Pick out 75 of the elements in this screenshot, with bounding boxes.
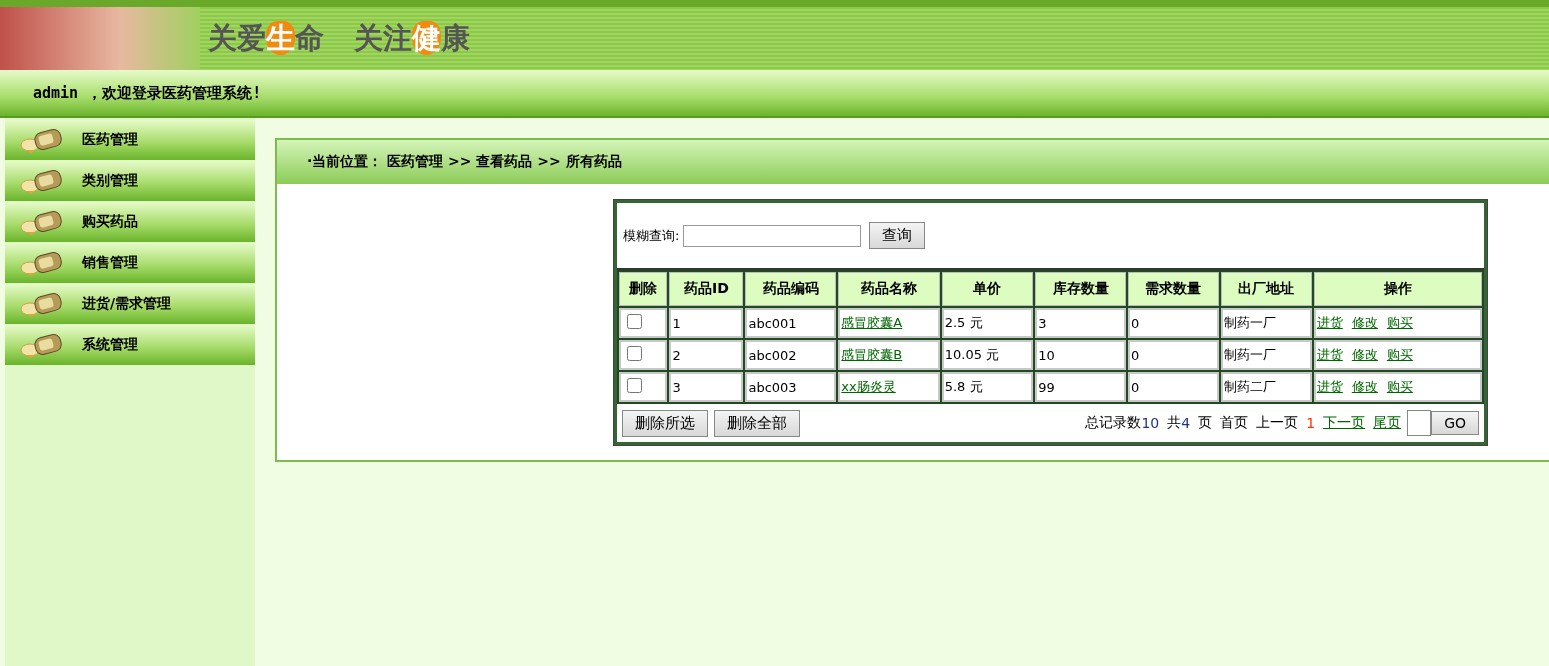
sidebar-item[interactable]: 类别管理 — [5, 161, 255, 201]
pagination-count: 10 — [1141, 415, 1160, 431]
go-button[interactable]: GO — [1431, 411, 1479, 435]
page-number-field[interactable] — [1407, 410, 1432, 436]
pagination-text: 页 — [1198, 414, 1213, 432]
table-cell: 0 — [1128, 340, 1219, 370]
column-header: 需求数量 — [1128, 272, 1219, 306]
action-link[interactable]: 修改 — [1351, 379, 1378, 394]
search-button[interactable]: 查询 — [869, 222, 926, 249]
column-header: 操作 — [1313, 272, 1482, 306]
medicine-bottle-icon — [19, 208, 65, 236]
action-link[interactable]: 修改 — [1351, 315, 1378, 330]
banner-slogan: 关注健康 — [354, 19, 470, 57]
breadcrumb: ·当前位置： 医药管理 >> 查看药品 >> 所有药品 — [307, 153, 622, 171]
medicine-bottle-icon — [19, 249, 65, 277]
sidebar-item[interactable]: 购买药品 — [5, 202, 255, 242]
current-page: 1 — [1306, 415, 1316, 431]
action-link[interactable]: 购买 — [1386, 347, 1413, 362]
action-link[interactable]: 修改 — [1351, 347, 1378, 362]
pagination-text: 上一页 — [1256, 414, 1299, 432]
table-cell: 0 — [1128, 308, 1219, 338]
table-cell: abc002 — [745, 340, 837, 370]
table-cell: 制药一厂 — [1220, 340, 1312, 370]
banner-slogan: 关爱生命 — [208, 19, 324, 57]
column-header: 药品ID — [669, 272, 744, 306]
table-cell: abc003 — [745, 372, 837, 402]
row-checkbox[interactable] — [627, 314, 642, 329]
column-header: 单价 — [941, 272, 1034, 306]
drug-name-link[interactable]: 感冒胶囊B — [841, 347, 903, 362]
delete-button[interactable]: 删除所选 — [622, 409, 708, 437]
delete-button[interactable]: 删除全部 — [714, 409, 800, 437]
action-link[interactable]: 进货 — [1316, 347, 1343, 362]
welcome-text: admin ，欢迎登录医药管理系统! — [33, 83, 262, 103]
pagination-text: 总记录数 — [1085, 414, 1142, 432]
drug-name-link[interactable]: xx肠炎灵 — [841, 379, 896, 394]
column-header: 出厂地址 — [1220, 272, 1312, 306]
sidebar-item[interactable]: 医药管理 — [5, 120, 255, 160]
action-link[interactable]: 进货 — [1316, 379, 1343, 394]
table-cell: 3 — [669, 372, 744, 402]
row-checkbox[interactable] — [627, 378, 642, 393]
action-link[interactable]: 购买 — [1386, 379, 1413, 394]
table-cell: 99 — [1035, 372, 1127, 402]
sidebar-item[interactable]: 销售管理 — [5, 243, 255, 283]
table-cell: 10 — [1035, 340, 1127, 370]
action-link[interactable]: 进货 — [1316, 315, 1343, 330]
action-link[interactable]: 购买 — [1386, 315, 1413, 330]
medicine-bottle-icon — [19, 290, 65, 318]
medicine-bottle-icon — [19, 331, 65, 359]
pagination-text: 共 — [1167, 414, 1182, 432]
column-header: 药品编码 — [745, 272, 837, 306]
table-cell: 制药一厂 — [1220, 308, 1312, 338]
pagination-link[interactable]: 下一页 — [1323, 414, 1366, 432]
table-cell: 2 — [669, 340, 744, 370]
row-checkbox[interactable] — [627, 346, 642, 361]
table-cell: 1 — [669, 308, 744, 338]
medicine-bottle-icon — [19, 126, 65, 154]
table-cell: 10.05 元 — [941, 340, 1034, 370]
pagination-count: 4 — [1181, 415, 1191, 431]
column-header: 药品名称 — [838, 272, 940, 306]
table-cell: 0 — [1128, 372, 1219, 402]
table-cell: 3 — [1035, 308, 1127, 338]
search-label: 模糊查询: — [623, 226, 680, 245]
pagination-link[interactable]: 尾页 — [1373, 414, 1402, 432]
medicine-bottle-icon — [19, 167, 65, 195]
table-cell: 2.5 元 — [941, 308, 1034, 338]
sidebar-item[interactable]: 进货/需求管理 — [5, 284, 255, 324]
column-header: 删除 — [619, 272, 668, 306]
table-cell: 制药二厂 — [1220, 372, 1312, 402]
table-cell: abc001 — [745, 308, 837, 338]
table-cell: 5.8 元 — [941, 372, 1034, 402]
drug-name-link[interactable]: 感冒胶囊A — [841, 315, 903, 330]
search-field[interactable] — [683, 224, 862, 247]
column-header: 库存数量 — [1035, 272, 1127, 306]
sidebar-item[interactable]: 系统管理 — [5, 325, 255, 365]
pagination-text: 首页 — [1220, 414, 1249, 432]
